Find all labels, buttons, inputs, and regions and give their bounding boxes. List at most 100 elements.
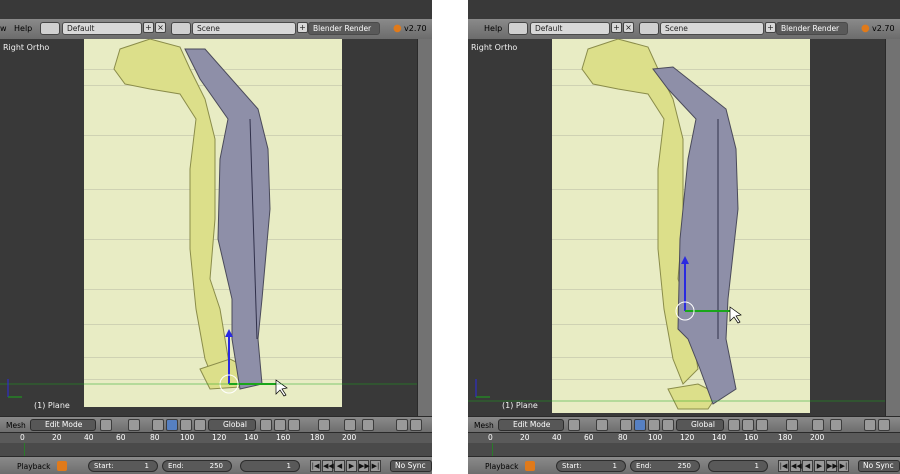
layout-field[interactable]: Default — [62, 22, 142, 35]
toolshelf-edge[interactable] — [885, 39, 900, 416]
snap-target-icon[interactable] — [362, 419, 374, 431]
start-frame-field[interactable]: Start: 1 — [88, 460, 158, 472]
sync-select[interactable]: No Sync — [858, 460, 900, 472]
mode-select[interactable]: Edit Mode — [498, 419, 564, 431]
snap-icon[interactable] — [344, 419, 356, 431]
scene-icon[interactable] — [639, 22, 659, 35]
pivot-point-icon[interactable] — [596, 419, 608, 431]
jump-end-icon[interactable]: ▶| — [370, 460, 381, 472]
vertex-select-icon[interactable] — [274, 419, 286, 431]
menu-help[interactable]: Help — [14, 24, 32, 33]
play-icon[interactable]: ▶ — [814, 460, 825, 472]
version-label: v2.70 — [872, 24, 895, 33]
vertex-select-icon[interactable] — [742, 419, 754, 431]
3d-view-header: Mesh Edit Mode Global — [468, 416, 900, 433]
scene-icon[interactable] — [171, 22, 191, 35]
next-key-icon[interactable]: ▶▶ — [826, 460, 838, 472]
timeline[interactable]: 0 20 40 60 80 100 120 140 160 180 200 — [0, 432, 432, 457]
menu-help[interactable]: Help — [484, 24, 502, 33]
translate-icon[interactable] — [634, 419, 646, 431]
3d-viewport[interactable]: Right Ortho (1) Plane — [468, 39, 886, 416]
end-label: End: — [168, 462, 184, 470]
tick-label: 0 — [488, 433, 493, 442]
record-icon[interactable] — [525, 461, 535, 471]
timeline[interactable]: 0 20 40 60 80 100 120 140 160 180 200 — [468, 432, 900, 457]
add-layout-icon[interactable]: + — [143, 22, 154, 33]
render-preview-2-icon[interactable] — [410, 419, 422, 431]
render-engine-select[interactable]: Blender Render — [308, 22, 380, 35]
prev-key-icon[interactable]: ◀◀ — [790, 460, 802, 472]
scale-icon[interactable] — [662, 419, 674, 431]
sync-select[interactable]: No Sync — [390, 460, 432, 472]
current-frame-field[interactable]: 1 — [708, 460, 768, 472]
object-label: (1) Plane — [34, 401, 70, 410]
layout-field[interactable]: Default — [530, 22, 610, 35]
playback-menu[interactable]: Playback — [485, 462, 518, 471]
play-reverse-icon[interactable]: ◀ — [802, 460, 813, 472]
rotate-icon[interactable] — [180, 419, 192, 431]
scene-drawing — [468, 39, 886, 410]
viewport-shading-icon[interactable] — [568, 419, 580, 431]
record-icon[interactable] — [57, 461, 67, 471]
pivot-point-icon[interactable] — [128, 419, 140, 431]
scale-icon[interactable] — [194, 419, 206, 431]
current-frame-field[interactable]: 1 — [240, 460, 300, 472]
playback-menu[interactable]: Playback — [17, 462, 50, 471]
edge-select-icon[interactable] — [288, 419, 300, 431]
render-engine-select[interactable]: Blender Render — [776, 22, 848, 35]
add-layout-icon[interactable]: + — [611, 22, 622, 33]
orientation-label: Global — [223, 420, 247, 429]
mesh-menu[interactable]: Mesh — [474, 421, 494, 430]
play-reverse-icon[interactable]: ◀ — [334, 460, 345, 472]
scene-drawing — [0, 39, 418, 398]
render-preview-icon[interactable] — [864, 419, 876, 431]
mode-select-label: Edit Mode — [513, 420, 551, 429]
current-frame-marker[interactable] — [492, 443, 493, 457]
timeline-ruler[interactable]: 0 20 40 60 80 100 120 140 160 180 200 — [0, 433, 432, 443]
viewport-shading-icon[interactable] — [100, 419, 112, 431]
3d-viewport[interactable]: Right Ortho (1) Plane — [0, 39, 418, 416]
add-scene-icon[interactable]: + — [297, 22, 308, 33]
remove-layout-icon[interactable]: × — [623, 22, 634, 33]
orientation-select[interactable]: Global — [208, 419, 256, 431]
jump-end-icon[interactable]: ▶| — [838, 460, 849, 472]
end-frame-field[interactable]: End: 250 — [630, 460, 700, 472]
next-key-icon[interactable]: ▶▶ — [358, 460, 370, 472]
snap-target-icon[interactable] — [830, 419, 842, 431]
prev-key-icon[interactable]: ◀◀ — [322, 460, 334, 472]
tick-label: 120 — [212, 433, 227, 442]
remove-layout-icon[interactable]: × — [155, 22, 166, 33]
layer-icon[interactable] — [260, 419, 272, 431]
timeline-ruler[interactable]: 0 20 40 60 80 100 120 140 160 180 200 — [468, 433, 900, 443]
play-icon[interactable]: ▶ — [346, 460, 357, 472]
snap-icon[interactable] — [812, 419, 824, 431]
layer-icon[interactable] — [728, 419, 740, 431]
menu-window[interactable]: w — [0, 24, 7, 33]
rotate-icon[interactable] — [648, 419, 660, 431]
scene-field[interactable]: Scene — [660, 22, 764, 35]
start-frame-field[interactable]: Start: 1 — [556, 460, 626, 472]
view-label: Right Ortho — [3, 43, 50, 52]
mode-select[interactable]: Edit Mode — [30, 419, 96, 431]
manipulator-toggle-icon[interactable] — [152, 419, 164, 431]
screen-layout-icon[interactable] — [508, 22, 528, 35]
render-preview-icon[interactable] — [396, 419, 408, 431]
proportional-edit-icon[interactable] — [318, 419, 330, 431]
render-preview-2-icon[interactable] — [878, 419, 890, 431]
jump-start-icon[interactable]: |◀ — [310, 460, 321, 472]
screen-layout-icon[interactable] — [40, 22, 60, 35]
translate-icon[interactable] — [166, 419, 178, 431]
end-label: End: — [636, 462, 652, 470]
toolshelf-edge[interactable] — [417, 39, 432, 416]
add-scene-icon[interactable]: + — [765, 22, 776, 33]
end-frame-field[interactable]: End: 250 — [162, 460, 232, 472]
manipulator-toggle-icon[interactable] — [620, 419, 632, 431]
jump-start-icon[interactable]: |◀ — [778, 460, 789, 472]
edge-select-icon[interactable] — [756, 419, 768, 431]
proportional-edit-icon[interactable] — [786, 419, 798, 431]
scene-field[interactable]: Scene — [192, 22, 296, 35]
mesh-menu[interactable]: Mesh — [6, 421, 26, 430]
tick-label: 180 — [310, 433, 325, 442]
current-frame-marker[interactable] — [24, 443, 25, 457]
orientation-select[interactable]: Global — [676, 419, 724, 431]
